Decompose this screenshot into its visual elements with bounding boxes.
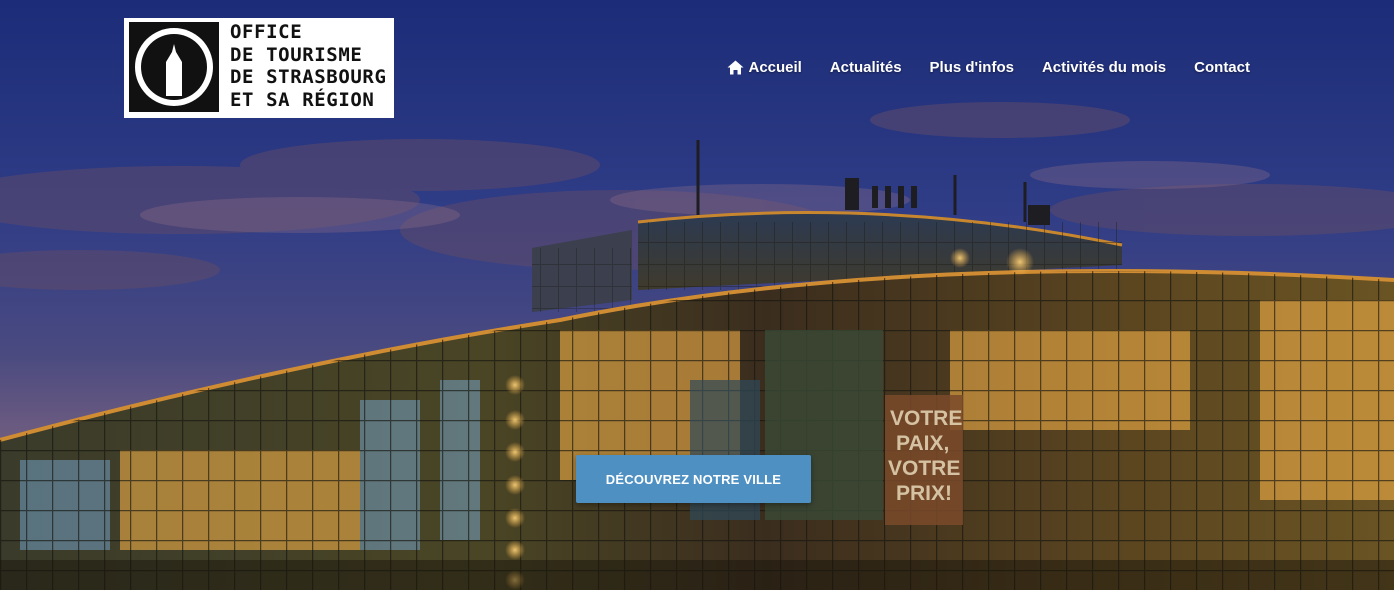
logo-line-2: DE TOURISME bbox=[230, 43, 363, 66]
nav-label-plus-infos: Plus d'infos bbox=[929, 59, 1014, 76]
nav-item-activites-du-mois[interactable]: Activités du mois bbox=[1042, 59, 1166, 76]
nav-label-actualites: Actualités bbox=[829, 59, 902, 76]
svg-text:PRIX!: PRIX! bbox=[896, 482, 952, 505]
nav-item-actualites[interactable]: Actualités bbox=[830, 59, 902, 76]
svg-text:VOTRE: VOTRE bbox=[890, 407, 962, 430]
site-logo[interactable]: OFFICE DE TOURISME DE STRASBOURG ET SA R… bbox=[124, 18, 394, 118]
nav-label-accueil: Accueil bbox=[748, 59, 802, 76]
logo-wordmark: OFFICE DE TOURISME DE STRASBOURG ET SA R… bbox=[230, 21, 387, 111]
nav-label-contact: Contact bbox=[1194, 59, 1250, 76]
nav-item-plus-infos[interactable]: Plus d'infos bbox=[930, 59, 1014, 76]
nav-item-contact[interactable]: Contact bbox=[1194, 59, 1250, 76]
tourism-office-logo-icon bbox=[129, 22, 219, 112]
logo-line-4: ET SA RÉGION bbox=[230, 88, 375, 111]
main-navigation: Accueil Actualités Plus d'infos Activité… bbox=[727, 59, 1250, 76]
home-icon bbox=[727, 60, 744, 75]
nav-label-activites: Activités du mois bbox=[1041, 59, 1167, 76]
svg-text:VOTRE: VOTRE bbox=[888, 457, 960, 480]
logo-line-3: DE STRASBOURG bbox=[230, 66, 387, 88]
logo-line-1: OFFICE bbox=[230, 21, 303, 43]
svg-text:PAIX,: PAIX, bbox=[896, 432, 949, 455]
nav-item-accueil[interactable]: Accueil bbox=[727, 59, 802, 76]
discover-city-button[interactable]: DÉCOUVREZ NOTRE VILLE bbox=[576, 455, 811, 503]
